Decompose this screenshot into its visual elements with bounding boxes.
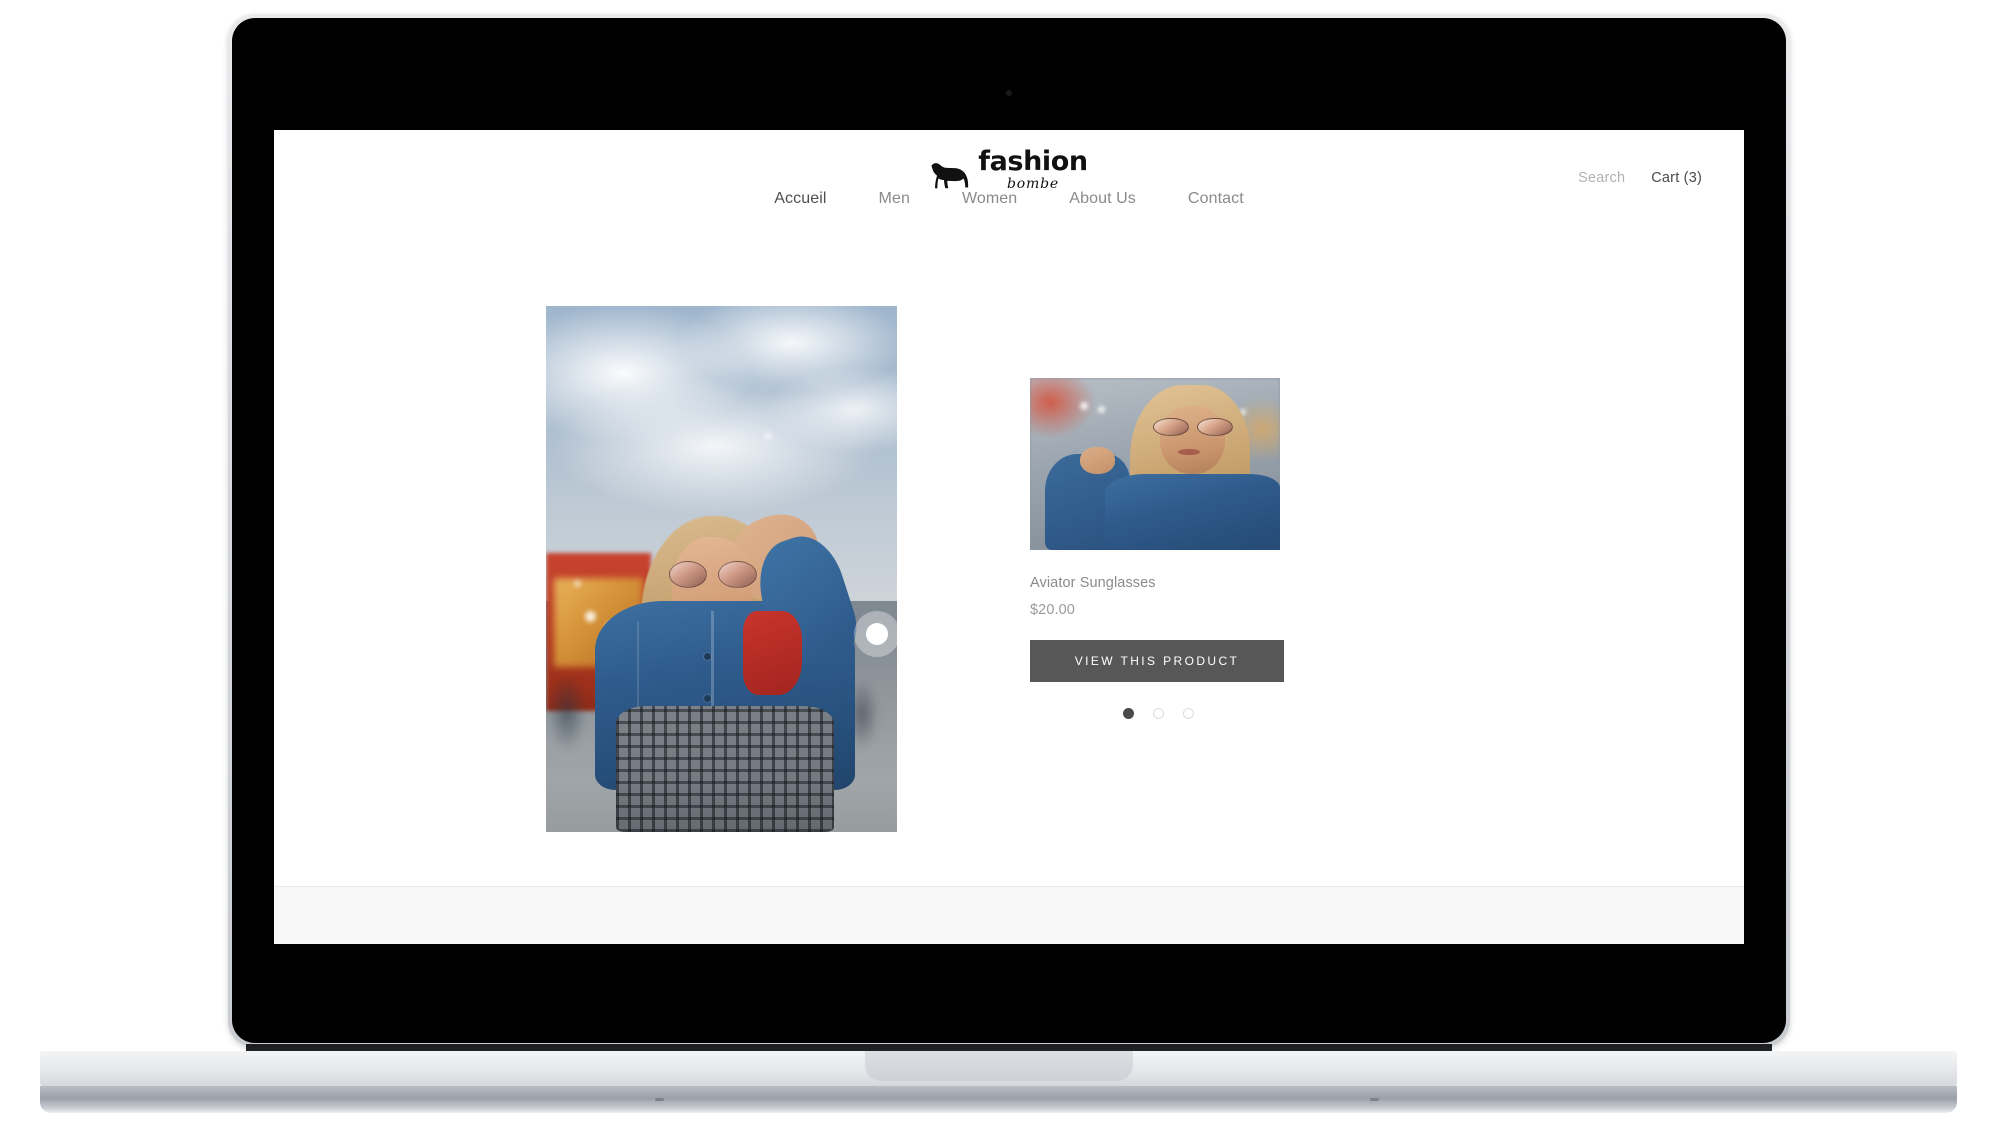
bokeh-light (763, 432, 772, 441)
view-this-product-button[interactable]: VIEW THIS PRODUCT (1030, 640, 1284, 682)
nav-item-men[interactable]: Men (879, 190, 910, 230)
carousel-dot-1[interactable] (1123, 708, 1134, 719)
product-price: $20.00 (1030, 602, 1075, 618)
bokeh-light (584, 611, 596, 623)
bokeh-light (574, 579, 582, 587)
product-thumbnail[interactable] (1030, 378, 1280, 550)
site-logo[interactable]: fashion bombe (930, 148, 1088, 191)
carousel-dot-2[interactable] (1153, 708, 1164, 719)
product-title: Aviator Sunglasses (1030, 575, 1156, 591)
nav-item-about-us[interactable]: About Us (1069, 190, 1136, 230)
hero-bottom-fade (546, 779, 897, 832)
denim-jacket (1105, 474, 1280, 550)
laptop-base-lip (40, 1086, 1957, 1113)
browser-viewport: fashion bombe Search Cart (3) Accueil Me… (274, 130, 1744, 944)
header-utilities: Search Cart (3) (1578, 170, 1702, 186)
product-panel: Aviator Sunglasses $20.00 VIEW THIS PROD… (1030, 378, 1330, 719)
model-face (1160, 405, 1225, 475)
aviator-sunglasses (1152, 417, 1233, 437)
main-navigation: Accueil Men Women About Us Contact (774, 190, 1244, 230)
logo-word: fashion (978, 146, 1088, 177)
model-hand (1080, 446, 1115, 475)
lens-left (1152, 417, 1189, 437)
cart-link[interactable]: Cart (3) (1651, 170, 1702, 186)
nav-item-contact[interactable]: Contact (1188, 190, 1244, 230)
site-header: fashion bombe Search Cart (3) Accueil Me… (274, 130, 1744, 230)
logo-script: bombe (1007, 176, 1059, 192)
main-content: Aviator Sunglasses $20.00 VIEW THIS PROD… (274, 228, 1744, 886)
lens-right (717, 561, 757, 589)
nav-item-accueil[interactable]: Accueil (774, 190, 827, 230)
lookbook-hero-image[interactable] (546, 306, 897, 832)
carousel-pagination (1123, 708, 1330, 719)
hero-photo (546, 306, 897, 832)
dog-silhouette-icon (931, 163, 969, 189)
base-foot-left (655, 1098, 664, 1101)
model-sunglasses (668, 561, 757, 589)
bokeh-light (1097, 405, 1105, 413)
search-link[interactable]: Search (1578, 170, 1625, 186)
laptop-mockup: fashion bombe Search Cart (3) Accueil Me… (0, 0, 1997, 1127)
hotspot-jacket[interactable] (854, 611, 897, 657)
laptop-base-notch (864, 1051, 1133, 1081)
webcam-icon (1006, 90, 1012, 96)
lens-left (668, 561, 708, 589)
base-foot-right (1370, 1098, 1379, 1101)
nav-item-women[interactable]: Women (962, 190, 1017, 230)
carousel-dot-3[interactable] (1183, 708, 1194, 719)
logo-wordmark: fashion bombe (978, 148, 1088, 191)
red-top (742, 611, 803, 696)
lens-right (1196, 417, 1233, 437)
site-footer (274, 886, 1744, 944)
